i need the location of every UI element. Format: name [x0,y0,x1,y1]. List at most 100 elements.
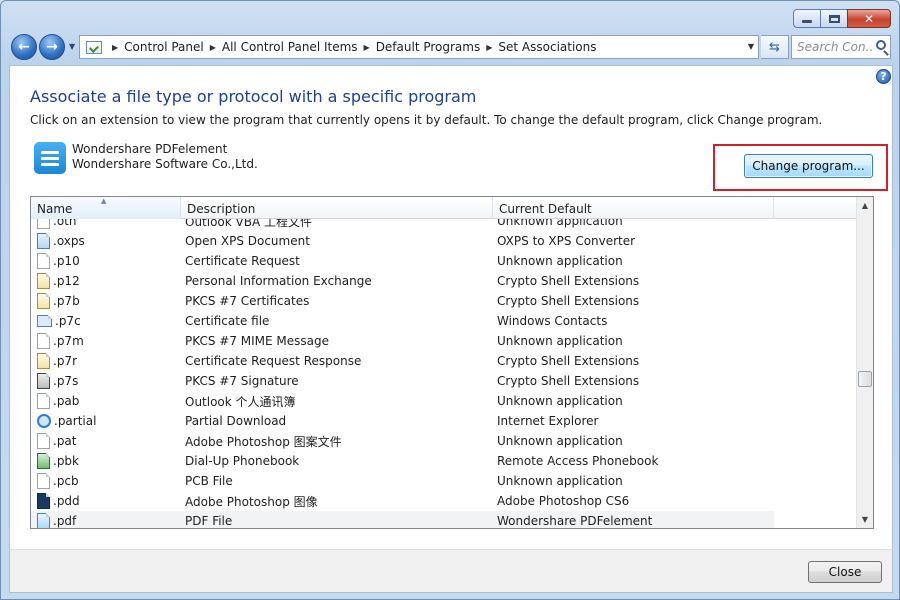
refresh-icon: ⇆ [769,39,780,55]
row-extension: .p7r [53,354,77,368]
table-row[interactable]: .oth Outlook VBA 工程文件 Unknown applicatio… [31,219,774,231]
breadcrumb-arrow-icon[interactable]: ▶ [364,43,370,52]
table-row[interactable]: .p7c Certificate file Windows Contacts [31,311,774,331]
breadcrumb-arrow-icon[interactable]: ▶ [112,43,118,52]
back-button[interactable]: ← [11,34,37,60]
forward-button[interactable]: → [39,34,65,60]
row-description: Adobe Photoshop 图像 [185,494,318,509]
search-input[interactable]: Search Con... [797,40,873,54]
breadcrumb-arrow-icon[interactable]: ▶ [486,43,492,52]
row-extension: .oxps [53,234,85,248]
row-extension: .pdf [53,514,77,528]
row-current-default: Crypto Shell Extensions [497,274,640,288]
row-extension: .p7s [53,374,79,388]
associations-list[interactable]: ▲ Name Description Current Default .oth … [30,196,874,529]
row-description: PDF File [185,514,233,528]
row-current-default: Crypto Shell Extensions [497,354,640,368]
column-header-current-default[interactable]: Current Default [493,197,774,219]
row-current-default: Unknown application [497,434,623,448]
row-description: Outlook VBA 工程文件 [185,219,313,229]
table-row[interactable]: .p7r Certificate Request Response Crypto… [31,351,774,371]
scroll-up-icon[interactable]: ▲ [857,197,873,214]
footer-bar: Close [9,549,893,593]
column-header-name[interactable]: ▲ Name [31,197,181,219]
breadcrumb-control-panel[interactable]: Control Panel [124,40,204,54]
scrollbar-thumb[interactable] [858,371,872,387]
maximize-icon [828,14,840,23]
refresh-button[interactable]: ⇆ [761,35,789,59]
row-extension: .pcb [53,474,79,488]
vertical-scrollbar[interactable]: ▲ ▼ [856,197,873,528]
table-row[interactable]: .p7b PKCS #7 Certificates Crypto Shell E… [31,291,774,311]
row-extension: .oth [53,219,77,228]
certificate-key-icon [37,273,50,289]
row-current-default: Crypto Shell Extensions [497,374,640,388]
breadcrumb-all-items[interactable]: All Control Panel Items [222,40,358,54]
arrow-right-icon: → [46,39,58,55]
caption-buttons: ✕ [793,9,891,28]
help-button[interactable]: ? [876,69,891,84]
minimize-button[interactable] [793,9,821,28]
row-current-default: OXPS to XPS Converter [497,234,636,248]
row-description: PKCS #7 Certificates [185,294,310,308]
row-current-default: Crypto Shell Extensions [497,294,640,308]
generic-file-icon [37,433,50,449]
close-window-button[interactable]: ✕ [847,9,891,28]
table-row[interactable]: .p10 Certificate Request Unknown applica… [31,251,774,271]
close-icon: ✕ [863,11,875,26]
row-extension: .pab [53,394,80,408]
search-icon[interactable] [876,40,886,50]
row-extension: .pbk [53,454,79,468]
address-history-dropdown-icon[interactable]: ▼ [748,42,754,51]
phonebook-icon [37,453,50,469]
maximize-button[interactable] [820,9,848,28]
table-row[interactable]: .pdd Adobe Photoshop 图像 Adobe Photoshop … [31,491,774,511]
row-description: Dial-Up Phonebook [185,454,300,468]
scroll-down-icon[interactable]: ▼ [857,511,873,528]
change-program-button[interactable]: Change program... [744,154,873,178]
table-row[interactable]: .pab Outlook 个人通讯簿 Unknown application [31,391,774,411]
generic-file-icon [37,393,50,409]
row-current-default: Unknown application [497,254,623,268]
table-row-selected[interactable]: .pdf PDF File Wondershare PDFelement [31,511,774,528]
sort-ascending-icon: ▲ [101,197,107,205]
row-extension: .pat [53,434,77,448]
row-extension: .partial [54,414,97,428]
search-box[interactable]: Search Con... [791,35,891,59]
row-current-default: Unknown application [497,474,623,488]
row-description: PKCS #7 MIME Message [185,334,329,348]
recent-pages-dropdown[interactable]: ▼ [69,42,75,51]
navigation-bar: ← → ▼ ▶ Control Panel ▶ All Control Pane… [9,33,891,61]
table-row[interactable]: .oxps Open XPS Document OXPS to XPS Conv… [31,231,774,251]
row-extension: .p7b [53,294,80,308]
row-current-default: Wondershare PDFelement [497,514,653,528]
row-current-default: Adobe Photoshop CS6 [497,494,630,508]
signature-file-icon [37,373,50,389]
control-panel-icon [86,40,102,54]
table-row[interactable]: .p7s PKCS #7 Signature Crypto Shell Exte… [31,371,774,391]
app-name: Wondershare PDFelement [72,142,228,156]
row-description: Partial Download [185,414,287,428]
column-header-filler [774,197,857,219]
table-row[interactable]: .p7m PKCS #7 MIME Message Unknown applic… [31,331,774,351]
table-row[interactable]: .p12 Personal Information Exchange Crypt… [31,271,774,291]
table-row[interactable]: .pbk Dial-Up Phonebook Remote Access Pho… [31,451,774,471]
table-row[interactable]: .pcb PCB File Unknown application [31,471,774,491]
breadcrumb-arrow-icon[interactable]: ▶ [210,43,216,52]
list-header: ▲ Name Description Current Default [31,197,857,219]
breadcrumb-default-programs[interactable]: Default Programs [376,40,481,54]
certificate-icon [37,293,50,309]
breadcrumb-set-associations[interactable]: Set Associations [498,40,596,54]
row-current-default: Windows Contacts [497,314,608,328]
table-row[interactable]: .pat Adobe Photoshop 图案文件 Unknown applic… [31,431,774,451]
address-bar[interactable]: ▶ Control Panel ▶ All Control Panel Item… [79,35,759,59]
table-row[interactable]: .partial Partial Download Internet Explo… [31,411,774,431]
generic-file-icon [37,333,50,349]
row-description: PCB File [185,474,233,488]
pdf-file-icon [37,513,50,528]
row-current-default: Unknown application [497,219,623,228]
column-header-name-label: Name [37,202,73,216]
column-header-description[interactable]: Description [181,197,493,219]
row-description: Open XPS Document [185,234,310,248]
close-button[interactable]: Close [808,561,882,583]
